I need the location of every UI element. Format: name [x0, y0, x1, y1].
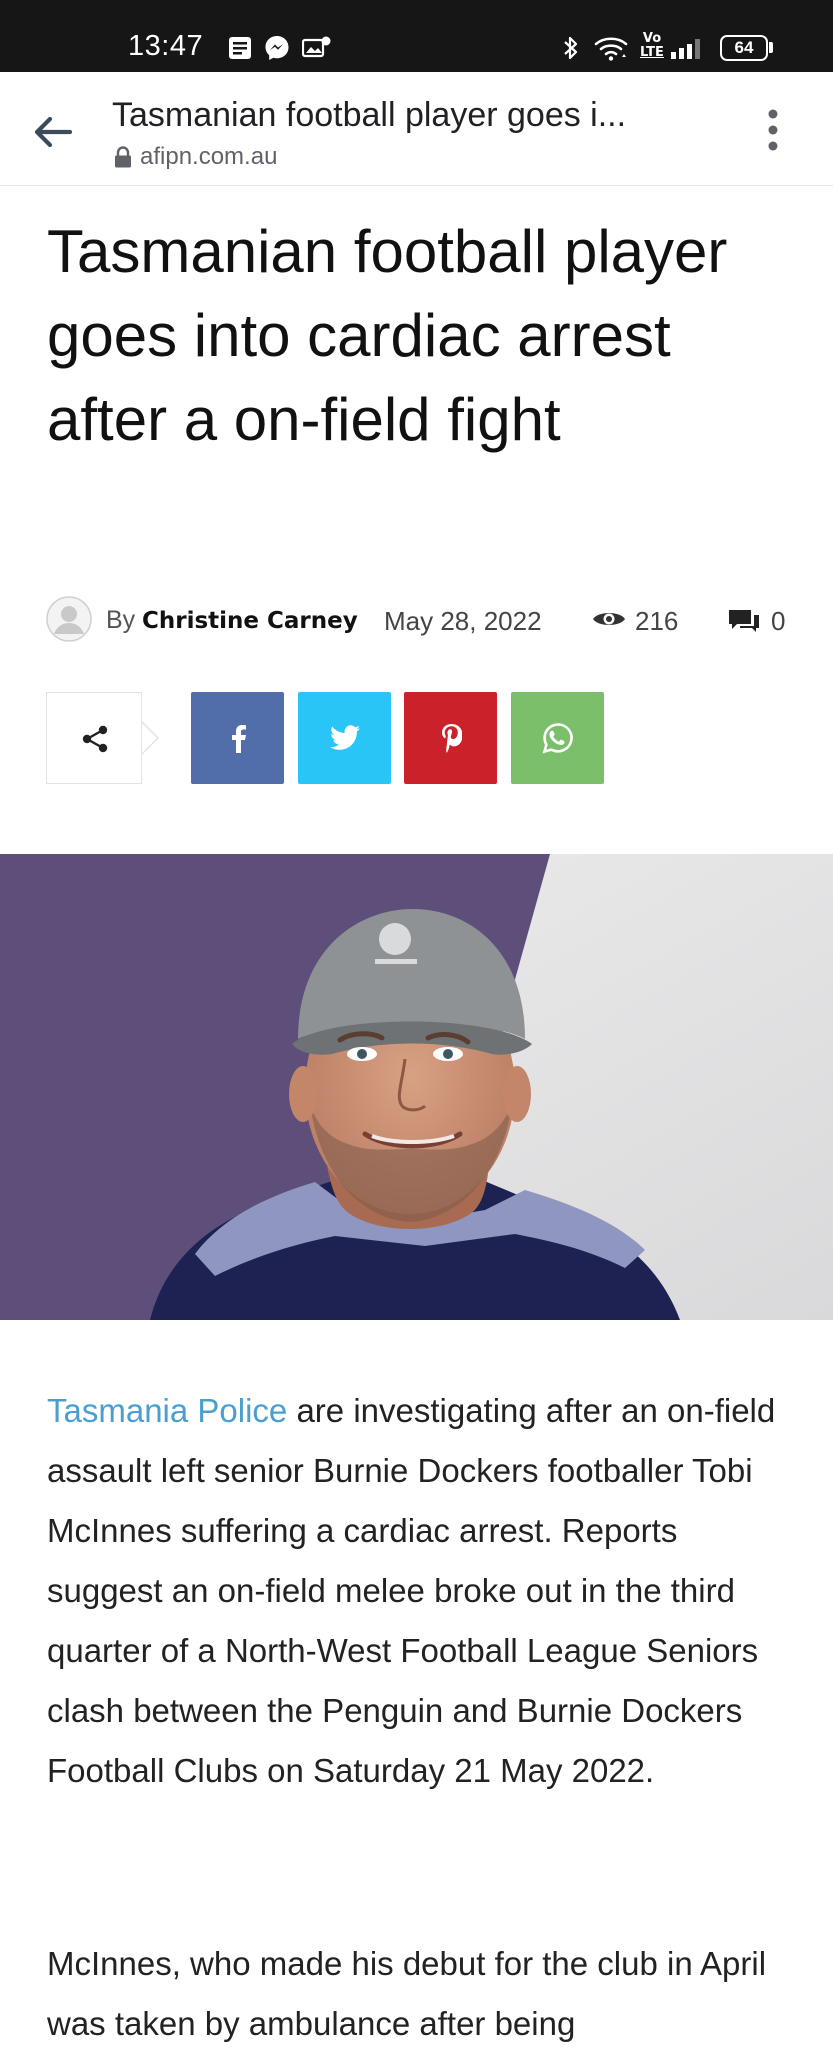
status-bar: 13:47 Vo LTE 64 — [0, 0, 833, 72]
comments-count: 0 — [771, 606, 786, 636]
messenger-icon — [265, 36, 289, 60]
battery-tip — [769, 42, 773, 53]
article-title: Tasmanian football player goes into card… — [47, 218, 728, 453]
author-name-link[interactable]: Christine Carney — [142, 608, 358, 634]
photo-notification-icon — [302, 36, 331, 58]
share-icon — [82, 725, 108, 753]
facebook-icon — [231, 725, 246, 753]
page-title[interactable]: Tasmanian football player goes i... — [112, 96, 626, 135]
article-meta: By Christine Carney May 28, 2022 216 0 — [46, 596, 796, 644]
paragraph-1-text: are investigating after an on-field assa… — [47, 1392, 776, 1789]
views-eye-icon — [593, 613, 625, 625]
lock-icon — [115, 146, 131, 168]
browser-address-bar: Tasmanian football player goes i... afip… — [0, 72, 833, 186]
article-paragraph-1: Tasmania Police are investigating after … — [47, 1381, 792, 1801]
publish-date: May 28, 2022 — [384, 606, 542, 636]
tasmania-police-link[interactable]: Tasmania Police — [47, 1392, 287, 1429]
status-time: 13:47 — [128, 30, 204, 62]
url-row[interactable]: afipn.com.au — [114, 142, 277, 172]
player-photo — [0, 854, 833, 1320]
author-avatar-icon[interactable] — [46, 596, 92, 642]
back-arrow-icon[interactable] — [30, 110, 74, 154]
twitter-icon — [329, 725, 360, 750]
volte-bottom-label: LTE — [640, 45, 664, 60]
facebook-share-button[interactable] — [191, 692, 284, 784]
bluetooth-icon — [564, 36, 578, 60]
article-hero-image — [0, 854, 833, 1320]
battery-icon: 64 — [720, 35, 768, 61]
wifi-icon — [594, 37, 628, 61]
url-text: afipn.com.au — [140, 143, 278, 170]
notes-icon — [229, 37, 251, 59]
pinterest-share-button[interactable] — [404, 692, 497, 784]
share-button[interactable] — [46, 692, 142, 784]
byline-prefix: By — [106, 606, 136, 634]
pinterest-icon — [441, 724, 462, 753]
whatsapp-icon — [542, 723, 573, 754]
comments-icon[interactable] — [728, 608, 760, 634]
share-box-notch-inner — [140, 721, 157, 755]
volte-top-label: Vo — [642, 31, 662, 46]
whatsapp-share-button[interactable] — [511, 692, 604, 784]
signal-icon — [671, 39, 700, 59]
views-count: 216 — [635, 606, 679, 636]
more-options-icon[interactable] — [760, 102, 786, 162]
article-paragraph-2: McInnes, who made his debut for the club… — [47, 1945, 767, 2042]
twitter-share-button[interactable] — [298, 692, 391, 784]
volte-icon: Vo LTE — [640, 32, 664, 60]
